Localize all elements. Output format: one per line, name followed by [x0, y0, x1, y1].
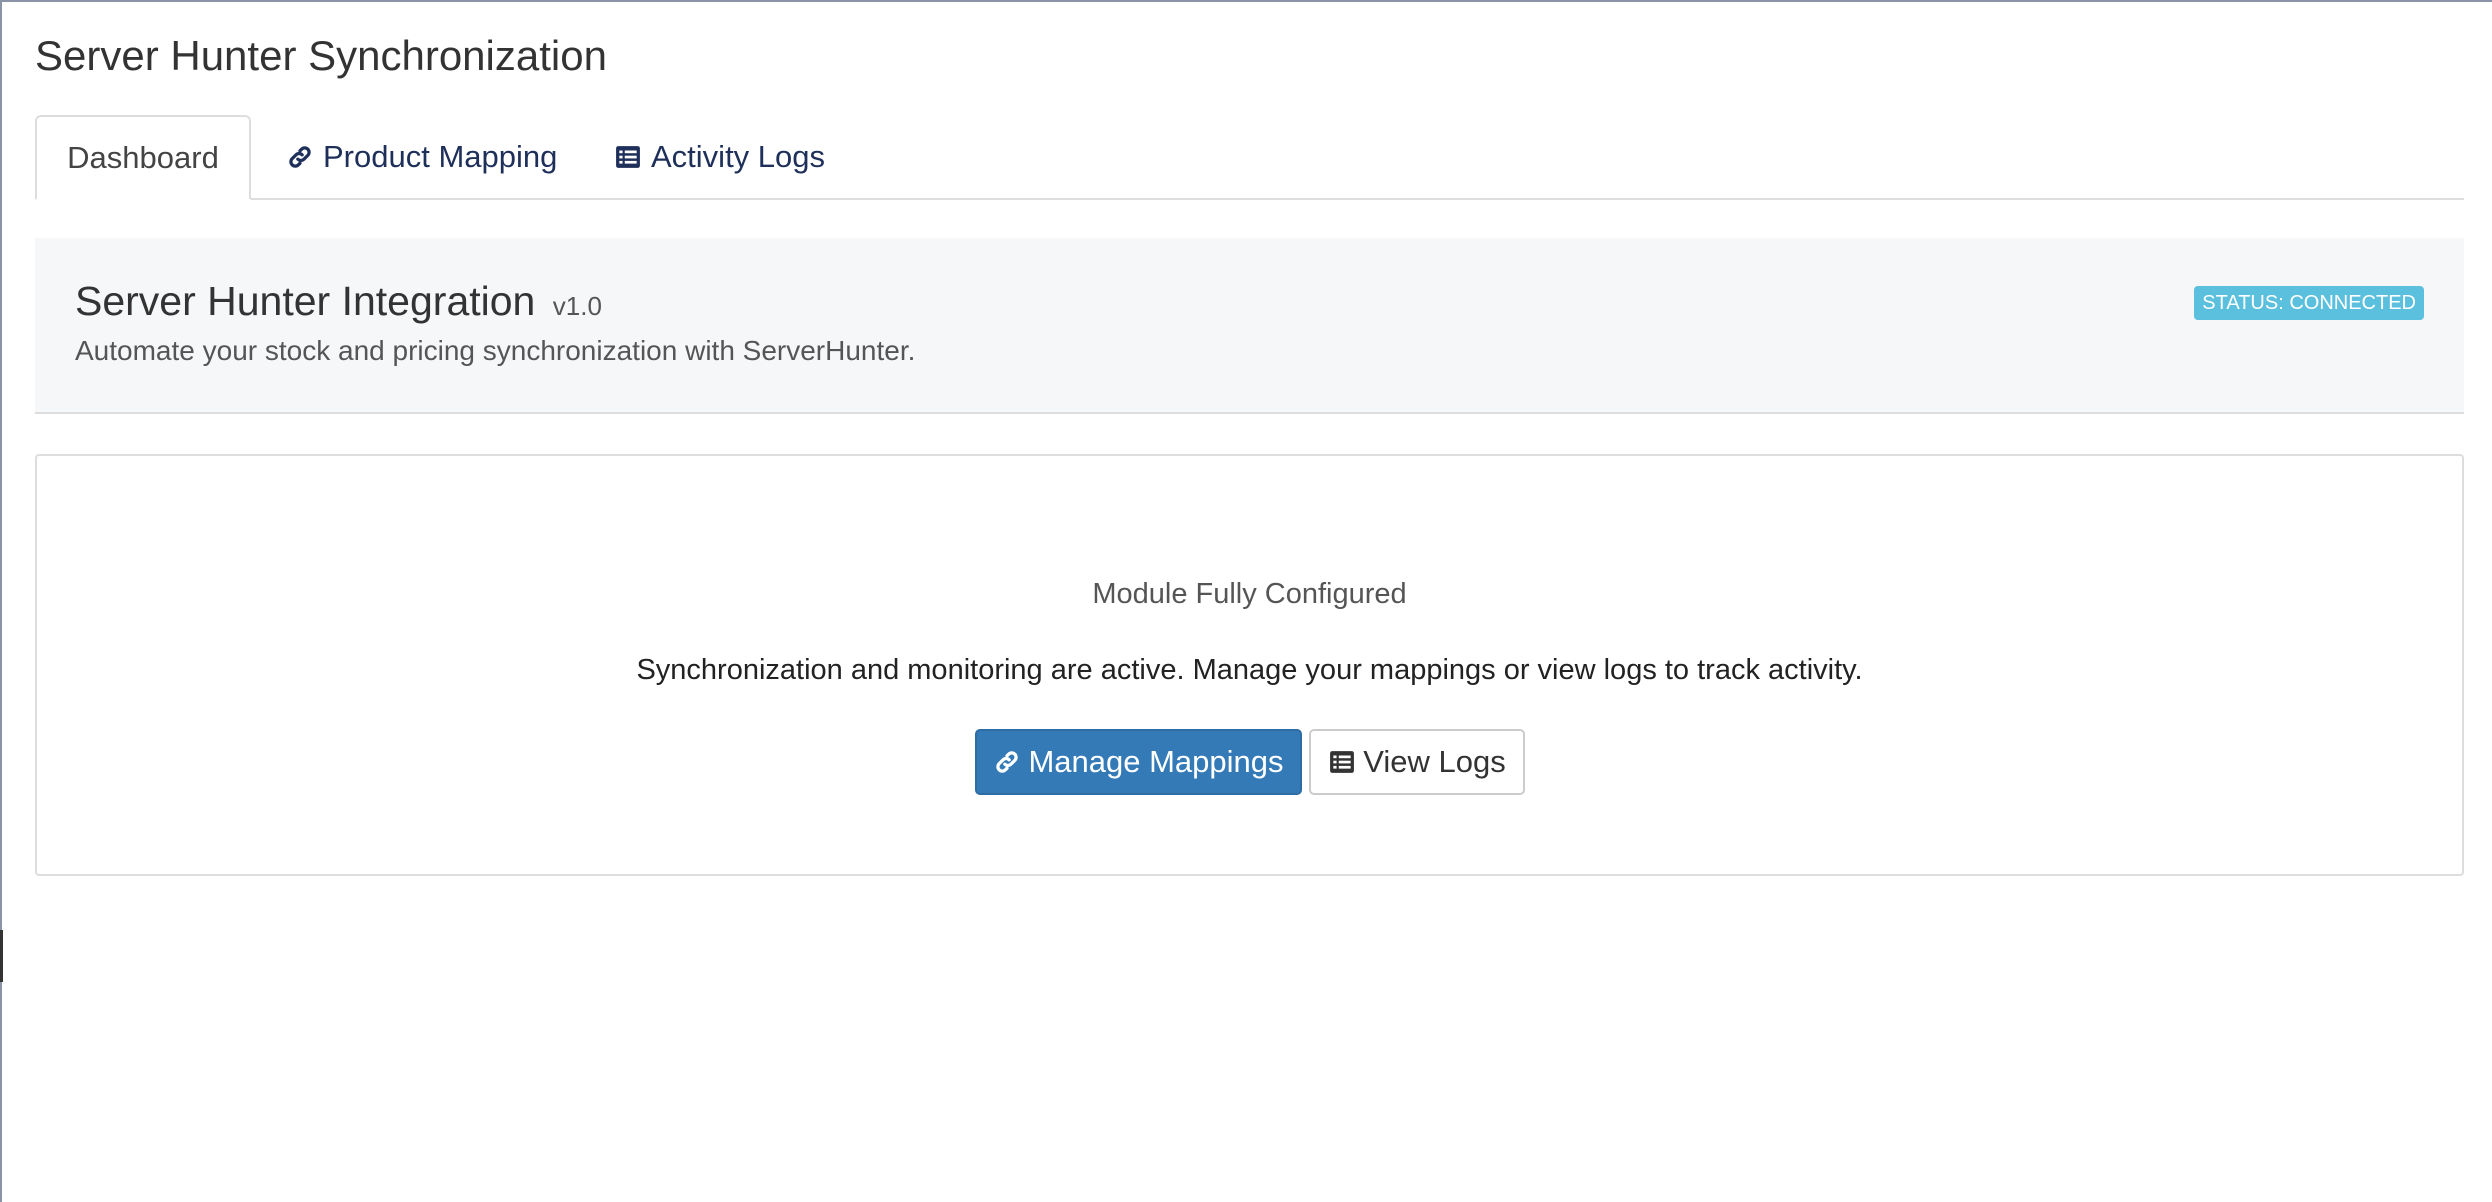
tab-activity-logs[interactable]: Activity Logs: [613, 115, 825, 198]
tab-product-mapping[interactable]: Product Mapping: [285, 115, 557, 198]
view-logs-button[interactable]: View Logs: [1308, 729, 1525, 795]
page-title: Server Hunter Synchronization: [35, 32, 607, 79]
tab-product-mapping-label: Product Mapping: [323, 138, 558, 174]
tab-dashboard[interactable]: Dashboard: [35, 115, 251, 200]
status-badge: STATUS: CONNECTED: [2194, 286, 2424, 320]
status-card: Module Fully Configured Synchronization …: [35, 454, 2464, 876]
card-actions: Manage Mappings View Logs: [37, 729, 2462, 795]
card-description: Synchronization and monitoring are activ…: [636, 654, 1863, 686]
manage-mappings-button[interactable]: Manage Mappings: [974, 729, 1302, 795]
link-icon: [285, 142, 315, 172]
tab-dashboard-label: Dashboard: [67, 139, 219, 175]
window-edge-marker: [0, 930, 3, 982]
list-icon: [1327, 747, 1357, 777]
link-icon: [992, 747, 1022, 777]
card-title: Module Fully Configured: [1092, 578, 1407, 610]
tab-bar: Dashboard Product Mapping Activity Logs: [35, 115, 2464, 200]
integration-name: Server Hunter Integration: [75, 278, 536, 324]
integration-title: Server Hunter Integration v1.0: [75, 276, 602, 331]
integration-subtitle: Automate your stock and pricing synchron…: [75, 335, 916, 366]
tab-activity-logs-label: Activity Logs: [651, 138, 826, 174]
view-logs-label: View Logs: [1363, 744, 1506, 779]
list-icon: [613, 142, 643, 172]
integration-header: Server Hunter Integration v1.0 Automate …: [35, 238, 2464, 414]
manage-mappings-label: Manage Mappings: [1028, 744, 1284, 779]
version-label: v1.0: [552, 291, 602, 321]
